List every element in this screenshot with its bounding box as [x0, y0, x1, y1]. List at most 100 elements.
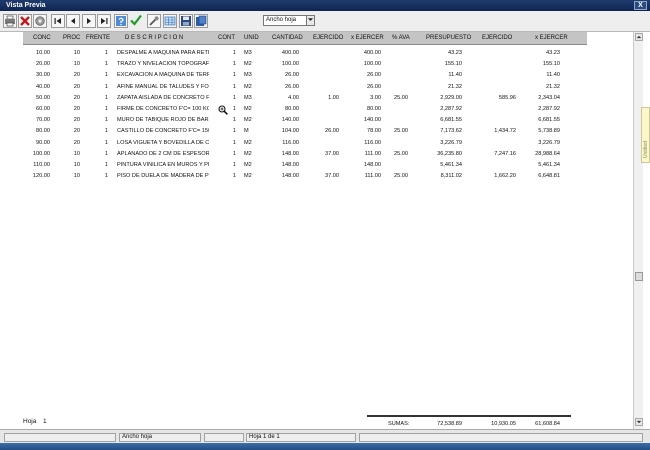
print-button[interactable]: [3, 14, 17, 28]
table-cell: 43.23: [546, 50, 560, 56]
table-cell: DESPALME A MAQUINA PARA RETI: [117, 50, 209, 56]
col-header-unid: UNID: [244, 35, 259, 41]
table-cell: 21.32: [448, 83, 462, 90]
table-cell: APLANADO DE 2 CM DE ESPESOR I: [117, 150, 209, 157]
table-cell: M2: [244, 162, 252, 168]
table-cell: 1: [104, 94, 108, 101]
table-cell: 140.00: [281, 117, 299, 124]
table-cell: 3,226.79: [440, 139, 462, 146]
last-page-button[interactable]: [97, 14, 111, 28]
chevron-up-icon: [636, 35, 642, 39]
table-cell: 1: [232, 72, 236, 79]
table-cell: 3,226.79: [538, 139, 560, 146]
table-cell: 4.00: [288, 94, 299, 101]
close-x-icon: [20, 16, 30, 26]
vertical-scrollbar[interactable]: [633, 32, 643, 429]
zoom-dropdown-arrow[interactable]: [306, 15, 315, 26]
table-cell: 25.00: [394, 128, 408, 135]
table-cell: 20: [73, 94, 80, 101]
previous-page-button[interactable]: [66, 14, 80, 28]
col-header-cantidad: CANTIDAD: [272, 35, 303, 41]
grid-view-button[interactable]: [163, 14, 177, 28]
table-cell: 100.00: [281, 61, 299, 68]
scroll-thumb[interactable]: [635, 272, 643, 281]
page-label: Hoja: [23, 418, 37, 425]
table-cell: 10: [73, 50, 80, 56]
table-cell: 6,681.55: [538, 117, 560, 124]
table-cell: 5,461.34: [440, 162, 462, 168]
side-tab-label: Untitled: [643, 141, 649, 158]
table-cell: 28,988.64: [535, 150, 560, 157]
table-cell: 6,648.81: [538, 173, 560, 180]
table-cell: CASTILLO DE CONCRETO F'C= 150: [117, 128, 209, 135]
chevron-down-icon: [307, 18, 314, 21]
table-cell: 37.00: [325, 173, 339, 180]
table-cell: 7,247.16: [494, 150, 516, 157]
next-page-button[interactable]: [82, 14, 96, 28]
accept-button[interactable]: [130, 14, 144, 28]
first-page-button[interactable]: [51, 14, 65, 28]
tools-icon: [149, 16, 159, 26]
status-panel-empty-1: [4, 433, 116, 442]
table-cell: M2: [244, 106, 252, 112]
taskbar: [0, 443, 650, 450]
table-cell: 1: [104, 83, 108, 90]
table-cell: M2: [244, 139, 252, 146]
table-cell: 1: [232, 117, 236, 124]
table-cell: 70.00: [36, 117, 50, 124]
table-row: 10.00 10 1 DESPALME A MAQUINA PARA RETI 1 M3 4…: [0, 48, 633, 58]
table-row: 40.00 20 1 AFINE MANUAL DE TALUDES Y FON 1 M2…: [0, 82, 633, 92]
table-cell: 10: [73, 173, 80, 180]
zoom-cursor: [218, 105, 228, 115]
table-row: 50.00 20 1 ZAPATA AISLADA DE CONCRETO F' 1 M3…: [0, 93, 633, 103]
status-panel-empty-2: [204, 433, 244, 442]
col-header-conc: CONC: [33, 35, 51, 41]
table-row: 60.00 20 1 FIRME DE CONCRETO F'C= 100 KG/1 M…: [0, 104, 633, 114]
table-cell: 1: [232, 61, 236, 68]
table-row: 90.00 20 1 LOSA VIGUETA Y BOVEDILLA DE CC 1 M…: [0, 138, 633, 148]
table-cell: M2: [244, 83, 252, 90]
table-cell: 25.00: [394, 150, 408, 157]
table-cell: 1: [104, 106, 108, 112]
window-close-button[interactable]: X: [634, 1, 647, 10]
col-header-ejercido-amount: EJERCIDO: [482, 35, 513, 41]
table-cell: 148.00: [281, 150, 299, 157]
scroll-up-button[interactable]: [635, 33, 643, 41]
table-cell: 37.00: [325, 150, 339, 157]
table-cell: M3: [244, 72, 252, 79]
save-button[interactable]: [179, 14, 193, 28]
col-header-presupuesto: PRESUPUESTO: [426, 35, 472, 41]
table-cell: M2: [244, 117, 252, 124]
col-header-descripcion: D E S C R I P C I O N: [125, 35, 184, 41]
export-button[interactable]: [194, 14, 208, 28]
table-cell: 2,287.92: [538, 106, 560, 112]
table-cell: 20: [73, 72, 80, 79]
scroll-down-button[interactable]: [635, 418, 643, 426]
side-tab[interactable]: Untitled: [641, 107, 650, 163]
table-cell: M2: [244, 150, 252, 157]
table-cell: 11.40: [546, 72, 560, 79]
zoom-select[interactable]: Ancho hoja: [263, 15, 307, 26]
table-cell: 116.00: [282, 139, 299, 146]
table-cell: M3: [244, 94, 252, 101]
table-cell: 26.00: [325, 128, 339, 135]
col-header-frente: FRENTE: [86, 35, 110, 41]
tools-button[interactable]: [147, 14, 161, 28]
table-row: 80.00 20 1 CASTILLO DE CONCRETO F'C= 150 1 M 1…: [0, 126, 633, 136]
table-cell: 100.00: [363, 61, 381, 68]
table-cell: 8,311.02: [440, 173, 462, 180]
table-cell: 26.00: [367, 72, 381, 79]
page-setup-button[interactable]: [33, 14, 47, 28]
table-cell: 80.00: [285, 106, 299, 112]
table-cell: 1: [104, 139, 108, 146]
close-preview-button[interactable]: [18, 14, 32, 28]
table-cell: 43.23: [448, 50, 462, 56]
table-cell: 5,738.89: [538, 128, 560, 135]
table-cell: 2,287.92: [440, 106, 462, 112]
table-cell: 1: [104, 173, 108, 180]
table-cell: 148.00: [281, 162, 299, 168]
sum-ejercido: 10,930.05: [491, 421, 516, 427]
table-cell: 1: [104, 117, 108, 124]
help-button[interactable]: [114, 14, 128, 28]
table-cell: 585.96: [498, 94, 516, 101]
